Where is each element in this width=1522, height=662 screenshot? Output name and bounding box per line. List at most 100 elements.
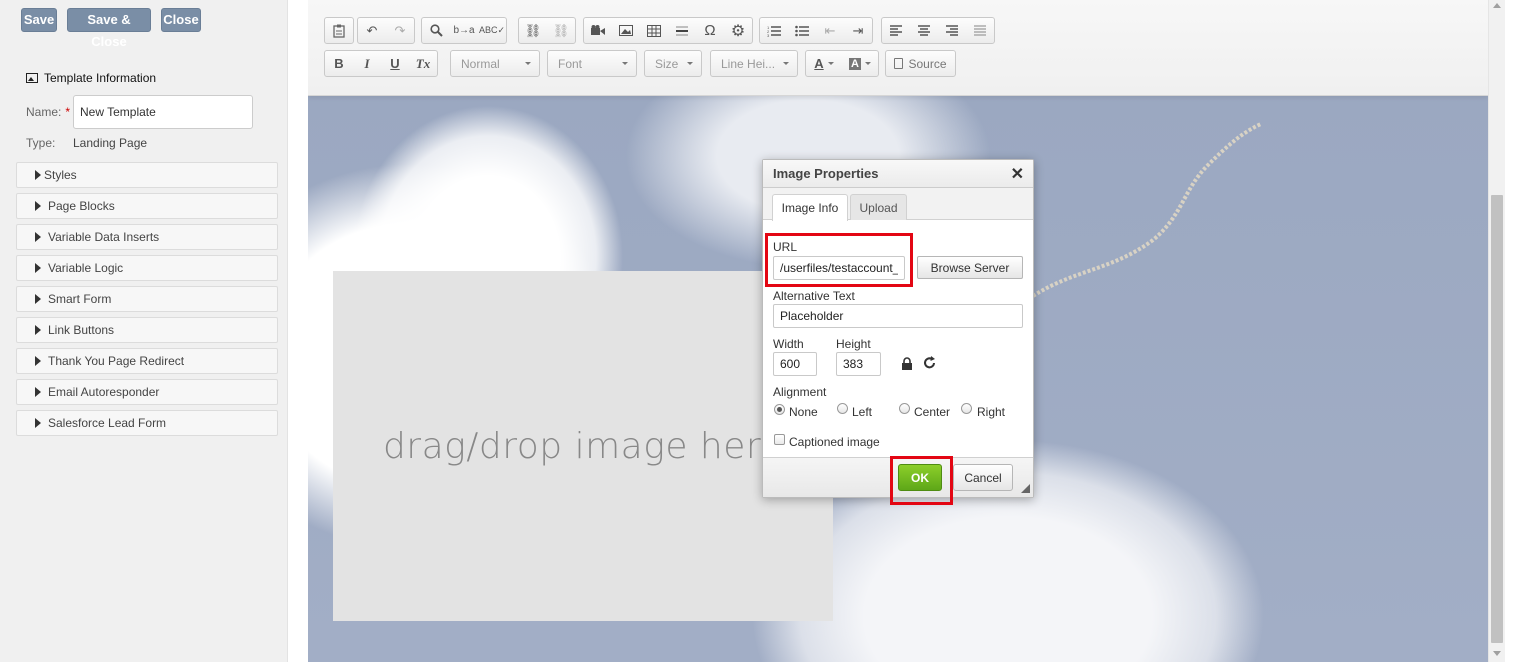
size-dropdown[interactable]: Size bbox=[644, 50, 702, 77]
width-input[interactable] bbox=[773, 352, 817, 376]
accordion-label: Variable Logic bbox=[48, 261, 124, 275]
unlink-icon[interactable]: ⛓ bbox=[547, 18, 575, 43]
cancel-button[interactable]: Cancel bbox=[953, 464, 1013, 491]
reset-size-icon[interactable] bbox=[923, 356, 937, 370]
video-icon[interactable] bbox=[584, 18, 612, 43]
align-none-label: None bbox=[789, 405, 818, 419]
editor-toolbar: ↶ ↷ b→a ABC✓ ⛓ ⛓ Ω ⚙ 1 2 3 ⇤ ⇥ B I U Tx … bbox=[308, 0, 1488, 96]
close-icon[interactable]: ✕ bbox=[1011, 164, 1024, 184]
tab-image-info[interactable]: Image Info bbox=[772, 194, 848, 221]
expand-arrow-icon bbox=[35, 356, 41, 366]
dialog-header[interactable]: Image Properties ✕ bbox=[763, 160, 1033, 188]
accordion-thank-you-page-redirect[interactable]: Thank You Page Redirect bbox=[16, 348, 278, 374]
save-button[interactable]: Save bbox=[21, 8, 57, 32]
remove-format-icon[interactable]: Tx bbox=[409, 51, 437, 76]
spellcheck-icon[interactable]: ABC✓ bbox=[478, 18, 506, 43]
underline-button[interactable]: U bbox=[381, 51, 409, 76]
toolbar-group-basic-styles: B I U Tx bbox=[324, 50, 438, 77]
expand-arrow-icon bbox=[35, 418, 41, 428]
redo-icon[interactable]: ↷ bbox=[386, 18, 414, 43]
align-left-icon[interactable] bbox=[882, 18, 910, 43]
template-information-label: Template Information bbox=[44, 71, 157, 85]
expand-arrow-icon bbox=[35, 294, 41, 304]
paste-text-icon[interactable] bbox=[325, 18, 353, 43]
toolbar-group-history: ↶ ↷ bbox=[357, 17, 415, 44]
settings-gear-icon[interactable]: ⚙ bbox=[724, 18, 752, 43]
font-dropdown-value: Font bbox=[558, 56, 583, 71]
browse-server-button[interactable]: Browse Server bbox=[917, 256, 1023, 279]
bold-button[interactable]: B bbox=[325, 51, 353, 76]
expand-arrow-icon bbox=[35, 263, 41, 273]
vertical-scrollbar[interactable] bbox=[1488, 0, 1505, 662]
background-color-button[interactable]: A bbox=[842, 51, 878, 76]
format-dropdown-value: Normal bbox=[461, 56, 500, 71]
replace-icon[interactable]: b→a bbox=[450, 18, 478, 43]
svg-text:3: 3 bbox=[767, 33, 770, 37]
align-right-icon[interactable] bbox=[938, 18, 966, 43]
image-dropzone[interactable]: drag/drop image here bbox=[333, 271, 833, 621]
template-information-heading[interactable]: Template Information bbox=[26, 71, 156, 85]
accordion-label: Thank You Page Redirect bbox=[48, 354, 185, 368]
accordion-salesforce-lead-form[interactable]: Salesforce Lead Form bbox=[16, 410, 278, 436]
image-insert-icon[interactable] bbox=[612, 18, 640, 43]
align-center-radio[interactable] bbox=[899, 403, 910, 414]
toolbar-group-colors: A A bbox=[805, 50, 879, 77]
template-name-input[interactable] bbox=[73, 95, 253, 129]
source-button[interactable]: Source bbox=[885, 50, 956, 77]
accordion-variable-logic[interactable]: Variable Logic bbox=[16, 255, 278, 281]
save-close-button[interactable]: Save & Close bbox=[67, 8, 151, 49]
line-height-dropdown-value: Line Hei... bbox=[721, 56, 776, 71]
accordion-styles[interactable]: Styles bbox=[16, 162, 278, 188]
scrollbar-thumb[interactable] bbox=[1491, 195, 1503, 643]
italic-button[interactable]: I bbox=[353, 51, 381, 76]
accordion-link-buttons[interactable]: Link Buttons bbox=[16, 317, 278, 343]
accordion-email-autoresponder[interactable]: Email Autoresponder bbox=[16, 379, 278, 405]
toolbar-group-clipboard bbox=[324, 17, 354, 44]
accordion-label: Link Buttons bbox=[48, 323, 115, 337]
undo-icon[interactable]: ↶ bbox=[358, 18, 386, 43]
table-icon[interactable] bbox=[640, 18, 668, 43]
accordion-page-blocks[interactable]: Page Blocks bbox=[16, 193, 278, 219]
accordion-label: Variable Data Inserts bbox=[48, 230, 160, 244]
close-button[interactable]: Close bbox=[161, 8, 201, 32]
link-icon[interactable]: ⛓ bbox=[519, 18, 547, 43]
lock-ratio-icon[interactable] bbox=[901, 357, 913, 370]
expand-arrow-icon bbox=[35, 325, 41, 335]
decrease-indent-icon[interactable]: ⇤ bbox=[816, 18, 844, 43]
toolbar-group-align bbox=[881, 17, 995, 44]
tab-upload[interactable]: Upload bbox=[850, 194, 907, 220]
height-input[interactable] bbox=[836, 352, 881, 376]
expand-arrow-icon bbox=[35, 232, 41, 242]
alt-text-input[interactable] bbox=[773, 304, 1023, 328]
left-panel: Save Save & Close Close Template Informa… bbox=[0, 0, 288, 662]
format-dropdown[interactable]: Normal bbox=[450, 50, 540, 77]
align-left-radio[interactable] bbox=[837, 403, 848, 414]
toolbar-group-links: ⛓ ⛓ bbox=[518, 17, 576, 44]
accordion-variable-data-inserts[interactable]: Variable Data Inserts bbox=[16, 224, 278, 250]
type-label: Type: bbox=[26, 136, 56, 150]
justify-icon[interactable] bbox=[966, 18, 994, 43]
font-dropdown[interactable]: Font bbox=[547, 50, 637, 77]
toolbar-group-lists: 123 ⇤ ⇥ bbox=[759, 17, 873, 44]
dialog-body: URL Browse Server Alternative Text Width… bbox=[763, 220, 1033, 457]
scroll-up-icon[interactable] bbox=[1493, 3, 1501, 8]
accordion-smart-form[interactable]: Smart Form bbox=[16, 286, 278, 312]
image-icon bbox=[26, 73, 38, 83]
text-color-button[interactable]: A bbox=[806, 51, 842, 76]
captioned-image-checkbox[interactable] bbox=[774, 434, 785, 445]
chevron-down-icon bbox=[525, 62, 531, 65]
horizontal-rule-icon[interactable] bbox=[668, 18, 696, 43]
name-label: Name: * bbox=[26, 105, 70, 119]
resize-grip-icon[interactable] bbox=[1021, 484, 1030, 493]
scroll-down-icon[interactable] bbox=[1493, 651, 1501, 656]
numbered-list-icon[interactable]: 123 bbox=[760, 18, 788, 43]
align-right-radio[interactable] bbox=[961, 403, 972, 414]
find-icon[interactable] bbox=[422, 18, 450, 43]
chevron-down-icon bbox=[687, 62, 693, 65]
increase-indent-icon[interactable]: ⇥ bbox=[844, 18, 872, 43]
align-none-radio[interactable] bbox=[774, 404, 785, 415]
bulleted-list-icon[interactable] bbox=[788, 18, 816, 43]
special-character-icon[interactable]: Ω bbox=[696, 18, 724, 43]
align-center-icon[interactable] bbox=[910, 18, 938, 43]
line-height-dropdown[interactable]: Line Hei... bbox=[710, 50, 798, 77]
